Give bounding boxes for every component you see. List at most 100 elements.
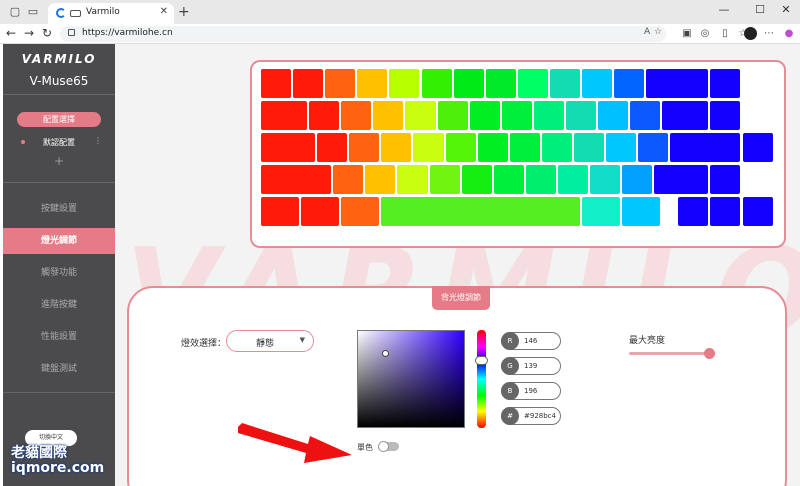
sidebar-nav-item[interactable]: 觸發功能 bbox=[3, 260, 115, 286]
new-tab-button[interactable]: + bbox=[178, 4, 190, 20]
back-icon[interactable]: ← bbox=[4, 26, 18, 40]
keyboard-key[interactable] bbox=[638, 133, 669, 162]
keyboard-key[interactable] bbox=[429, 165, 460, 194]
keyboard-key[interactable] bbox=[557, 165, 589, 194]
keyboard-key[interactable] bbox=[565, 101, 597, 130]
keyboard-key[interactable] bbox=[598, 101, 629, 130]
keyboard-key[interactable] bbox=[493, 165, 524, 194]
more-options-icon[interactable]: ⋮ bbox=[94, 136, 102, 145]
keyboard-key[interactable] bbox=[317, 133, 348, 162]
browser-tab[interactable]: Varmilo ✕ bbox=[48, 3, 174, 24]
maximize-button[interactable]: ☐ bbox=[752, 3, 768, 16]
tab-backlight[interactable]: 背光燈調節 bbox=[432, 286, 490, 310]
extensions-icon[interactable]: ◎ bbox=[698, 27, 712, 41]
keyboard-key[interactable] bbox=[525, 165, 556, 194]
sidebar-nav-item[interactable]: 鍵盤測試 bbox=[3, 356, 115, 382]
keyboard-key[interactable] bbox=[654, 165, 709, 194]
keyboard-key[interactable] bbox=[501, 101, 532, 130]
picker-handle[interactable] bbox=[382, 349, 390, 357]
read-aloud-icon[interactable]: A bbox=[644, 27, 650, 37]
menu-icon[interactable]: ⋯ bbox=[762, 27, 776, 41]
keyboard-key[interactable] bbox=[413, 133, 444, 162]
keyboard-key[interactable] bbox=[365, 165, 396, 194]
keyboard-key[interactable] bbox=[437, 101, 468, 130]
keyboard-key[interactable] bbox=[485, 69, 516, 98]
refresh-icon[interactable]: ↻ bbox=[40, 26, 54, 40]
keyboard-key[interactable] bbox=[678, 197, 709, 226]
keyboard-key[interactable] bbox=[614, 69, 645, 98]
keyboard-key[interactable] bbox=[261, 69, 292, 98]
keyboard-key[interactable] bbox=[622, 165, 653, 194]
keyboard-key[interactable] bbox=[357, 69, 388, 98]
keyboard-key[interactable] bbox=[341, 197, 380, 226]
sidebar-icon[interactable]: ▯ bbox=[718, 27, 732, 41]
keyboard-key[interactable] bbox=[590, 165, 621, 194]
keyboard-key[interactable] bbox=[325, 69, 356, 98]
keyboard-key[interactable] bbox=[405, 101, 436, 130]
config-select-button[interactable]: 配置選擇 bbox=[17, 112, 101, 127]
sidebar-nav-item[interactable]: 按鍵設置 bbox=[3, 196, 115, 222]
keyboard-key[interactable] bbox=[421, 69, 452, 98]
keyboard-key[interactable] bbox=[261, 101, 308, 130]
color-channel-field[interactable]: B 196 bbox=[501, 382, 561, 400]
close-window-button[interactable]: ✕ bbox=[778, 3, 794, 16]
keyboard-key[interactable] bbox=[662, 101, 709, 130]
keyboard-key[interactable] bbox=[381, 133, 412, 162]
keyboard-key[interactable] bbox=[670, 133, 741, 162]
keyboard-key[interactable] bbox=[373, 101, 404, 130]
profile-icon[interactable]: ▢ bbox=[8, 5, 22, 19]
color-channel-field[interactable]: R 146 bbox=[501, 332, 561, 350]
tab-actions-icon[interactable]: ▭ bbox=[26, 5, 40, 19]
keyboard-key[interactable] bbox=[630, 101, 661, 130]
effect-select[interactable]: 靜態 ▼ bbox=[226, 330, 314, 352]
keyboard-key[interactable] bbox=[582, 197, 621, 226]
keyboard-key[interactable] bbox=[710, 101, 741, 130]
color-channel-field[interactable]: # #928bc4 bbox=[501, 407, 561, 425]
keyboard-key[interactable] bbox=[606, 133, 637, 162]
keyboard-key[interactable] bbox=[582, 69, 613, 98]
hue-slider[interactable] bbox=[477, 330, 486, 428]
keyboard-key[interactable] bbox=[445, 133, 476, 162]
url-field[interactable]: https://varmilohe.cn A ☆ bbox=[60, 26, 666, 42]
keyboard-key[interactable] bbox=[261, 197, 300, 226]
sidebar-nav-item[interactable]: 燈光調節 bbox=[3, 228, 115, 254]
sidebar-nav-item[interactable]: 性能設置 bbox=[3, 324, 115, 350]
keyboard-key[interactable] bbox=[622, 197, 661, 226]
keyboard-key[interactable] bbox=[349, 133, 380, 162]
keyboard-key[interactable] bbox=[309, 101, 340, 130]
sidebar-nav-item[interactable]: 進階按鍵 bbox=[3, 292, 115, 318]
keyboard-key[interactable] bbox=[710, 197, 741, 226]
minimize-button[interactable]: — bbox=[716, 3, 732, 16]
avatar[interactable] bbox=[744, 27, 757, 40]
collections-icon[interactable]: ▣ bbox=[680, 27, 694, 41]
brightness-slider-handle[interactable] bbox=[704, 348, 715, 359]
keyboard-key[interactable] bbox=[461, 165, 492, 194]
keyboard-key[interactable] bbox=[517, 69, 548, 98]
mono-color-toggle[interactable] bbox=[378, 441, 399, 452]
tab-close-icon[interactable]: ✕ bbox=[160, 6, 168, 17]
keyboard-key[interactable] bbox=[710, 165, 741, 194]
keyboard-key[interactable] bbox=[710, 69, 741, 98]
keyboard-key[interactable] bbox=[509, 133, 540, 162]
keyboard-key[interactable] bbox=[389, 69, 420, 98]
keyboard-key[interactable] bbox=[293, 69, 324, 98]
hue-slider-handle[interactable] bbox=[475, 356, 488, 366]
keyboard-key[interactable] bbox=[381, 197, 580, 226]
forward-icon[interactable]: → bbox=[22, 26, 36, 40]
add-config-button[interactable]: + bbox=[3, 154, 115, 168]
keyboard-key[interactable] bbox=[453, 69, 484, 98]
keyboard-key[interactable] bbox=[549, 69, 580, 98]
keyboard-key[interactable] bbox=[742, 133, 773, 162]
favorite-star-icon[interactable]: ☆ bbox=[654, 27, 662, 37]
keyboard-key[interactable] bbox=[533, 101, 564, 130]
keyboard-key[interactable] bbox=[541, 133, 572, 162]
keyboard-key[interactable] bbox=[646, 69, 709, 98]
keyboard-key[interactable] bbox=[261, 165, 332, 194]
copilot-icon[interactable]: ● bbox=[782, 27, 796, 41]
keyboard-key[interactable] bbox=[397, 165, 428, 194]
keyboard-key[interactable] bbox=[261, 133, 316, 162]
keyboard-key[interactable] bbox=[301, 197, 340, 226]
brightness-slider[interactable] bbox=[629, 352, 709, 355]
keyboard-key[interactable] bbox=[742, 197, 773, 226]
color-picker-area[interactable] bbox=[357, 330, 465, 428]
